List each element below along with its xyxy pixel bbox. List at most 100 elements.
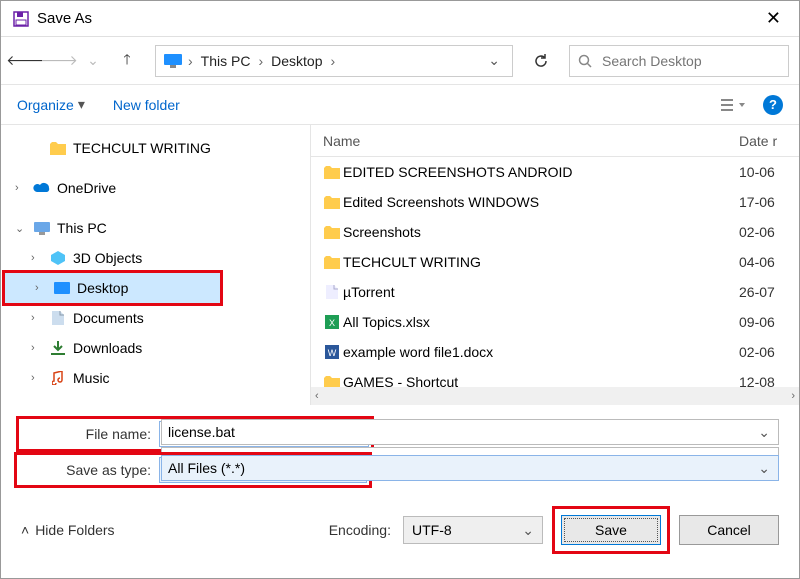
column-name[interactable]: Name bbox=[311, 133, 739, 149]
saveastype-label: Save as type: bbox=[19, 462, 159, 478]
file-icon bbox=[321, 285, 343, 299]
save-icon bbox=[13, 11, 29, 27]
filename-field[interactable]: license.bat bbox=[161, 419, 779, 445]
tree-label: Documents bbox=[73, 310, 144, 326]
monitor-icon bbox=[164, 54, 182, 68]
newfolder-label: New folder bbox=[113, 97, 180, 113]
file-name: TECHCULT WRITING bbox=[343, 254, 739, 270]
tree-label: This PC bbox=[57, 220, 107, 236]
tree-label: Music bbox=[73, 370, 110, 386]
file-date: 12-08 bbox=[739, 374, 799, 387]
refresh-button[interactable] bbox=[525, 45, 557, 77]
tree-item-documents[interactable]: › Documents bbox=[1, 303, 310, 333]
tree-item-onedrive[interactable]: › OneDrive bbox=[1, 173, 310, 203]
file-list-body: EDITED SCREENSHOTS ANDROID10-06 Edited S… bbox=[311, 157, 799, 387]
list-item[interactable]: TECHCULT WRITING04-06 bbox=[311, 247, 799, 277]
hide-folders-label: Hide Folders bbox=[35, 522, 114, 538]
tree-item-thispc[interactable]: ⌄ This PC bbox=[1, 213, 310, 243]
breadcrumb-desktop[interactable]: Desktop bbox=[265, 50, 328, 72]
folder-icon bbox=[321, 226, 343, 239]
saveastype-combo[interactable]: All Files (*.*) bbox=[161, 455, 779, 481]
save-form: File name: license.bat x license.bat Fil… bbox=[1, 405, 799, 499]
footer: ˄ Hide Folders Encoding: UTF-8 Save Canc… bbox=[1, 499, 799, 567]
file-date: 10-06 bbox=[739, 164, 799, 180]
column-date[interactable]: Date r bbox=[739, 133, 799, 149]
list-item[interactable]: GAMES - Shortcut12-08 bbox=[311, 367, 799, 387]
file-date: 17-06 bbox=[739, 194, 799, 210]
save-button-label: Save bbox=[595, 522, 627, 538]
cancel-button[interactable]: Cancel bbox=[679, 515, 779, 545]
horizontal-scrollbar[interactable]: ‹ › bbox=[311, 387, 799, 405]
folder-tree: TECHCULT WRITING › OneDrive ⌄ This PC › … bbox=[1, 125, 311, 405]
music-icon bbox=[49, 371, 67, 385]
file-list-header[interactable]: Name Date r bbox=[311, 125, 799, 157]
encoding-combo[interactable]: UTF-8 bbox=[403, 516, 543, 544]
chevron-right-icon: › bbox=[31, 342, 43, 354]
breadcrumb-thispc[interactable]: This PC bbox=[195, 50, 257, 72]
window-title: Save As bbox=[37, 10, 756, 27]
file-name: Screenshots bbox=[343, 224, 739, 240]
word-icon: W bbox=[321, 345, 343, 359]
desktop-icon bbox=[53, 282, 71, 294]
file-date: 26-07 bbox=[739, 284, 799, 300]
file-date: 09-06 bbox=[739, 314, 799, 330]
chevron-down-icon: ⌄ bbox=[15, 222, 27, 235]
tree-label: 3D Objects bbox=[73, 250, 142, 266]
save-button[interactable]: Save bbox=[561, 515, 661, 545]
explorer-body: TECHCULT WRITING › OneDrive ⌄ This PC › … bbox=[1, 125, 799, 405]
file-list: Name Date r EDITED SCREENSHOTS ANDROID10… bbox=[311, 125, 799, 405]
list-item[interactable]: Wexample word file1.docx02-06 bbox=[311, 337, 799, 367]
folder-icon bbox=[321, 196, 343, 209]
address-dropdown[interactable]: ⌄ bbox=[482, 52, 506, 69]
hide-folders-button[interactable]: ˄ Hide Folders bbox=[21, 522, 115, 538]
address-bar[interactable]: › This PC › Desktop › ⌄ bbox=[155, 45, 513, 77]
back-button[interactable]: 🡐 bbox=[11, 47, 39, 75]
file-date: 02-06 bbox=[739, 344, 799, 360]
tree-item-music[interactable]: › Music bbox=[1, 363, 310, 393]
up-button[interactable]: 🡑 bbox=[113, 47, 141, 75]
search-input[interactable] bbox=[600, 52, 780, 70]
chevron-right-icon: › bbox=[186, 53, 195, 69]
scroll-left-icon[interactable]: ‹ bbox=[315, 390, 319, 402]
file-name: example word file1.docx bbox=[343, 344, 739, 360]
encoding-value: UTF-8 bbox=[412, 522, 452, 538]
chevron-right-icon: › bbox=[15, 182, 27, 194]
list-item[interactable]: XAll Topics.xlsx09-06 bbox=[311, 307, 799, 337]
chevron-right-icon: › bbox=[31, 252, 43, 264]
tree-item-techcult[interactable]: TECHCULT WRITING bbox=[1, 133, 310, 163]
list-item[interactable]: Edited Screenshots WINDOWS17-06 bbox=[311, 187, 799, 217]
tree-item-desktop[interactable]: › Desktop bbox=[5, 273, 220, 303]
folder-icon bbox=[321, 166, 343, 179]
newfolder-button[interactable]: New folder bbox=[113, 97, 180, 113]
forward-button[interactable]: 🡒 bbox=[45, 47, 73, 75]
tree-label: TECHCULT WRITING bbox=[73, 140, 211, 156]
file-name: Edited Screenshots WINDOWS bbox=[343, 194, 739, 210]
close-button[interactable]: ✕ bbox=[756, 4, 791, 33]
download-icon bbox=[49, 341, 67, 355]
scroll-right-icon[interactable]: › bbox=[791, 390, 795, 402]
tree-item-3dobjects[interactable]: › 3D Objects bbox=[1, 243, 310, 273]
cloud-icon bbox=[33, 182, 51, 194]
list-item[interactable]: EDITED SCREENSHOTS ANDROID10-06 bbox=[311, 157, 799, 187]
excel-icon: X bbox=[321, 315, 343, 329]
help-button[interactable]: ? bbox=[763, 95, 783, 115]
recent-dropdown[interactable]: ⌄ bbox=[79, 47, 107, 75]
file-name: EDITED SCREENSHOTS ANDROID bbox=[343, 164, 739, 180]
saveastype-value-full: All Files (*.*) bbox=[168, 460, 245, 476]
chevron-right-icon: › bbox=[31, 372, 43, 384]
chevron-right-icon: › bbox=[35, 282, 47, 294]
file-date: 02-06 bbox=[739, 224, 799, 240]
encoding-label: Encoding: bbox=[329, 522, 391, 538]
cube-icon bbox=[49, 251, 67, 265]
caret-down-icon: ▾ bbox=[78, 96, 85, 113]
search-box[interactable] bbox=[569, 45, 789, 77]
svg-text:W: W bbox=[328, 348, 337, 358]
tree-item-downloads[interactable]: › Downloads bbox=[1, 333, 310, 363]
chevron-up-icon: ˄ bbox=[21, 522, 29, 538]
list-item[interactable]: Screenshots02-06 bbox=[311, 217, 799, 247]
view-options-button[interactable] bbox=[721, 97, 747, 113]
organize-menu[interactable]: Organize ▾ bbox=[17, 96, 85, 113]
list-item[interactable]: µTorrent26-07 bbox=[311, 277, 799, 307]
folder-icon bbox=[49, 142, 67, 155]
monitor-icon bbox=[33, 222, 51, 235]
